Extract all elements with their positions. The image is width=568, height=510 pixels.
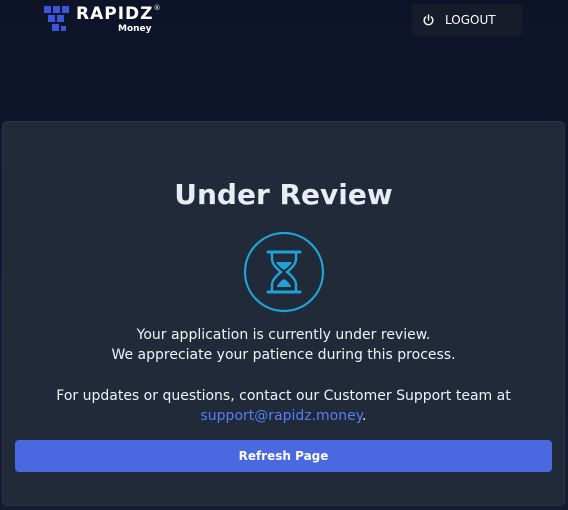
logo-mark-icon [44, 4, 72, 34]
review-message-line2: We appreciate your patience during this … [111, 347, 456, 363]
support-message: For updates or questions, contact our Cu… [56, 388, 511, 404]
email-suffix: . [362, 408, 367, 424]
power-icon [423, 13, 434, 25]
support-contact: support@rapidz.money. [3, 408, 564, 424]
rapidz-logo[interactable]: RAPIDZ ® Money [44, 4, 160, 34]
refresh-page-button[interactable]: Refresh Page [15, 440, 552, 472]
logout-button[interactable]: LOGOUT [412, 4, 522, 36]
page-title: Under Review [174, 178, 393, 211]
hourglass-icon [243, 231, 325, 313]
logout-label: LOGOUT [445, 13, 496, 27]
registered-mark: ® [153, 4, 161, 12]
top-bar: RAPIDZ ® Money LOGOUT [0, 0, 568, 110]
brand-sub: Money [118, 24, 152, 34]
brand-name: RAPIDZ [76, 4, 154, 24]
support-email-link[interactable]: support@rapidz.money [201, 408, 363, 424]
review-card: Under Review Your application is current… [2, 121, 565, 506]
review-message-line1: Your application is currently under revi… [136, 327, 431, 343]
